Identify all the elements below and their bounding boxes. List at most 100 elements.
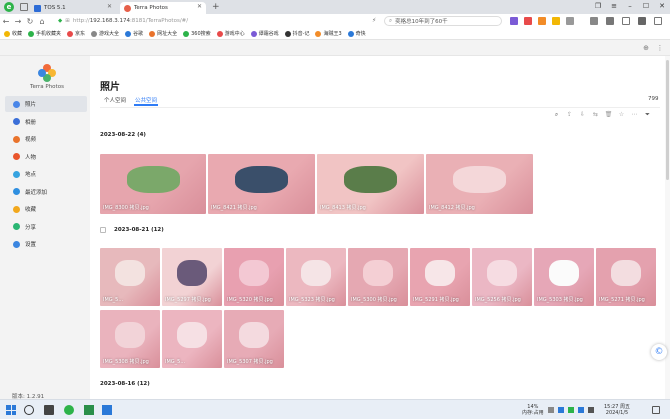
home-icon[interactable]: ⌂ bbox=[36, 17, 48, 26]
photo-thumbnail[interactable]: IMG_5320 拷贝.jpg bbox=[224, 248, 284, 306]
extension-icon[interactable] bbox=[552, 17, 560, 25]
browser-tab-bar: e TOS 5.1 ✕ Terra Photos ✕ + ❐ ≡ – ☐ ✕ bbox=[0, 0, 670, 14]
maximize-icon[interactable]: ☐ bbox=[638, 0, 654, 13]
photo-thumbnail[interactable]: IMG_5... bbox=[100, 248, 160, 306]
tray-icon[interactable] bbox=[568, 407, 574, 413]
search-input[interactable]: ⌕ 奕格总10年到了60千 bbox=[384, 16, 502, 26]
sidebar-item-photos[interactable]: 照片 bbox=[5, 96, 87, 112]
close-icon[interactable]: ✕ bbox=[107, 3, 112, 10]
sidebar-item-settings[interactable]: 设置 bbox=[5, 236, 87, 252]
photo-thumbnail[interactable]: IMG_5256 拷贝.jpg bbox=[472, 248, 532, 306]
browser-tab-tos[interactable]: TOS 5.1 ✕ bbox=[30, 2, 116, 14]
bookmark-icon bbox=[284, 30, 291, 37]
close-window-icon[interactable]: ✕ bbox=[654, 0, 670, 13]
photo-thumbnail[interactable]: IMG_5303 拷贝.jpg bbox=[534, 248, 594, 306]
tab-personal-space[interactable]: 个人空间 bbox=[104, 96, 126, 104]
download-icon[interactable] bbox=[622, 17, 630, 25]
photo-thumbnail[interactable]: IMG_5300 拷贝.jpg bbox=[348, 248, 408, 306]
more-icon[interactable]: ⋮ bbox=[656, 44, 664, 52]
lightning-icon[interactable]: ⚡ bbox=[372, 17, 376, 24]
download-icon[interactable]: ⇩ bbox=[576, 111, 589, 119]
bookmark-item[interactable]: 海贼王3 bbox=[315, 30, 342, 37]
favorite-icon[interactable]: ☆ bbox=[615, 111, 628, 119]
windows-start-icon[interactable] bbox=[6, 405, 16, 415]
photo-thumbnail[interactable]: IMG_5308 拷贝.jpg bbox=[100, 310, 160, 368]
search-icon[interactable]: ⌕ bbox=[550, 111, 563, 119]
task-view-icon[interactable] bbox=[44, 405, 54, 415]
globe-icon[interactable]: ⊕ bbox=[642, 44, 650, 52]
menu-icon[interactable]: ≡ bbox=[606, 0, 622, 13]
back-icon[interactable]: ← bbox=[0, 17, 12, 26]
scrollbar-thumb[interactable] bbox=[666, 60, 669, 180]
extension-icon[interactable] bbox=[538, 17, 546, 25]
refresh-icon[interactable]: ↻ bbox=[24, 17, 36, 26]
bookmark-item[interactable]: 网址大全 bbox=[149, 30, 177, 37]
volume-icon[interactable] bbox=[588, 407, 594, 413]
search-icon[interactable] bbox=[24, 405, 34, 415]
sidebar-item-videos[interactable]: 视频 bbox=[5, 131, 87, 147]
bookmark-item[interactable]: 360搜索 bbox=[183, 30, 211, 37]
more-icon[interactable]: ⋯ bbox=[628, 111, 641, 119]
divider bbox=[100, 107, 660, 108]
photo-thumbnail[interactable]: IMG_5323 拷贝.jpg bbox=[286, 248, 346, 306]
browser-tab-terra-photos[interactable]: Terra Photos ✕ bbox=[120, 2, 206, 14]
network-icon[interactable] bbox=[558, 407, 564, 413]
bookmark-item[interactable]: 谭霜谷戏 bbox=[250, 30, 279, 37]
tab-list-icon[interactable] bbox=[20, 3, 28, 11]
bookmark-icon[interactable] bbox=[606, 17, 614, 25]
photo-thumbnail[interactable]: IMG_5297 拷贝.jpg bbox=[162, 248, 222, 306]
notification-icon[interactable] bbox=[652, 406, 660, 414]
sidebar-item-shared[interactable]: 分享 bbox=[5, 219, 87, 235]
undo-icon[interactable] bbox=[638, 17, 646, 25]
photo-thumbnail[interactable]: IMG_8413 拷贝.jpg bbox=[317, 154, 424, 214]
extension-icon[interactable] bbox=[566, 17, 574, 25]
tray-icon[interactable] bbox=[548, 407, 554, 413]
bookmark-item[interactable]: 手机收藏夹 bbox=[28, 30, 61, 37]
select-group-checkbox[interactable] bbox=[100, 227, 106, 233]
sidebar-item-people[interactable]: 人物 bbox=[5, 149, 87, 165]
extension-icon[interactable] bbox=[524, 17, 532, 25]
excel-icon[interactable] bbox=[84, 405, 94, 415]
extension-icon[interactable] bbox=[590, 17, 598, 25]
bookmark-item[interactable]: 奇快 bbox=[347, 30, 366, 37]
filter-icon[interactable]: ⏷ bbox=[641, 111, 654, 119]
photo-thumbnail[interactable]: IMG_5291 拷贝.jpg bbox=[410, 248, 470, 306]
date-label: 2023-08-16 (12) bbox=[100, 381, 150, 387]
restore-icon[interactable]: ❐ bbox=[590, 0, 606, 13]
browser-taskbar-icon[interactable] bbox=[64, 405, 74, 415]
menu-icon[interactable] bbox=[654, 17, 662, 25]
close-icon[interactable]: ✕ bbox=[197, 3, 202, 10]
new-tab-button[interactable]: + bbox=[212, 2, 220, 12]
photo-thumbnail[interactable]: IMG_5... bbox=[162, 310, 222, 368]
sidebar-item-albums[interactable]: 相册 bbox=[5, 114, 87, 130]
photo-thumbnail[interactable]: IMG_5307 拷贝.jpg bbox=[224, 310, 284, 368]
upload-icon[interactable]: ⇪ bbox=[563, 111, 576, 119]
extension-icon[interactable] bbox=[510, 17, 518, 25]
photo-thumbnail[interactable]: IMG_8412 拷贝.jpg bbox=[426, 154, 533, 214]
bookmark-item[interactable]: 谷歌 bbox=[125, 30, 143, 37]
photo-thumbnail[interactable]: IMG_8300 拷贝.jpg bbox=[100, 154, 206, 214]
clock[interactable]: 15:27 周五 2024/1/5 bbox=[604, 404, 630, 416]
sidebar-item-recently-added[interactable]: 最近添加 bbox=[5, 184, 87, 200]
bookmark-item[interactable]: 游戏大全 bbox=[91, 30, 119, 37]
minimize-icon[interactable]: – bbox=[622, 0, 638, 13]
bookmark-item[interactable]: 抖音-记 bbox=[284, 30, 309, 37]
share-icon[interactable]: ⇆ bbox=[589, 111, 602, 119]
bookmark-item[interactable]: 收藏 bbox=[4, 30, 22, 37]
tab-public-space[interactable]: 公共空间 bbox=[135, 96, 157, 104]
forward-icon[interactable]: → bbox=[12, 17, 24, 26]
url-field[interactable]: ◆ ⊞ http:// 192.168.3.174 :8181/TerraPho… bbox=[58, 16, 376, 26]
word-icon[interactable] bbox=[102, 405, 112, 415]
bookmark-item[interactable]: 京东 bbox=[67, 30, 85, 37]
bookmark-icon bbox=[183, 30, 190, 37]
bookmark-item[interactable]: 游戏中心 bbox=[216, 30, 245, 37]
photo-thumbnail[interactable]: IMG_5271 拷贝.jpg bbox=[596, 248, 656, 306]
delete-icon[interactable]: 🗑 bbox=[602, 111, 615, 119]
floating-action-button[interactable]: © bbox=[651, 344, 667, 360]
sidebar-item-places[interactable]: 地点 bbox=[5, 166, 87, 182]
sidebar-item-favorites[interactable]: 收藏 bbox=[5, 201, 87, 217]
photo-count: 799 bbox=[648, 96, 659, 102]
browser-logo-icon[interactable]: e bbox=[4, 2, 14, 12]
tray-icon[interactable] bbox=[578, 407, 584, 413]
photo-thumbnail[interactable]: IMG_8421 拷贝.jpg bbox=[208, 154, 315, 214]
